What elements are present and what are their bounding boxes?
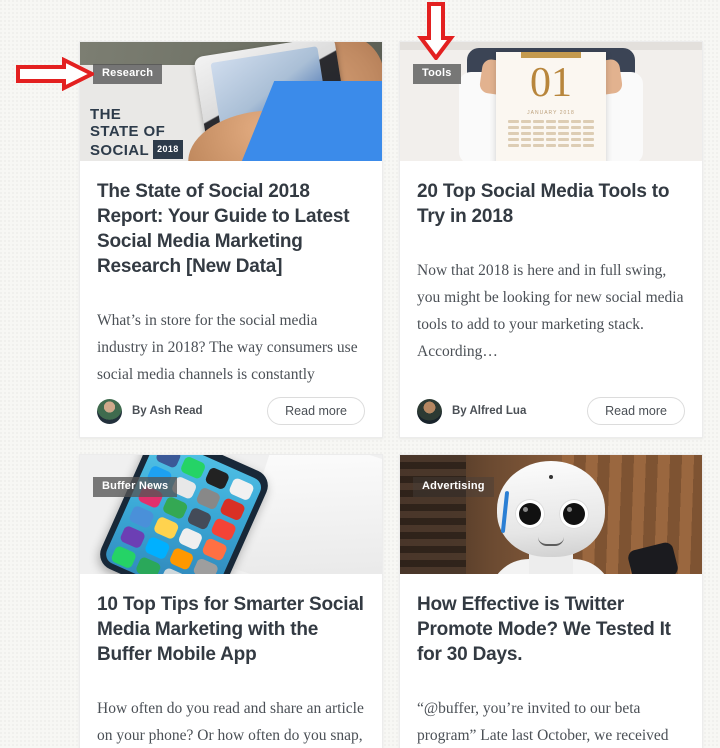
- article-card[interactable]: Buffer News 10 Top Tips for Smarter Soci…: [79, 454, 383, 748]
- card-thumbnail[interactable]: Advertising: [400, 455, 702, 574]
- author-name: By Alfred Lua: [452, 405, 527, 417]
- read-more-button[interactable]: Read more: [587, 396, 685, 426]
- calendar-number: 01: [530, 60, 572, 106]
- card-excerpt: What’s in store for the social media ind…: [97, 312, 358, 383]
- article-card[interactable]: Advertising How Effective is Twitter Pro…: [399, 454, 703, 748]
- card-thumbnail[interactable]: Buffer News: [80, 455, 382, 574]
- calendar-month: JANUARY 2018: [527, 110, 575, 116]
- category-badge-research[interactable]: Research: [93, 64, 163, 84]
- overlay-line-1: THE: [90, 106, 122, 123]
- thumbnail-artwork-phone-apps: [80, 455, 382, 574]
- card-thumbnail[interactable]: 01 JANUARY 2018 Tools: [400, 42, 702, 161]
- card-excerpt: How often do you read and share an artic…: [97, 700, 364, 744]
- thumbnail-artwork-robot: [400, 455, 702, 574]
- card-body: 10 Top Tips for Smarter Social Media Mar…: [80, 574, 382, 748]
- category-badge-tools[interactable]: Tools: [413, 64, 461, 84]
- category-badge-advertising[interactable]: Advertising: [413, 477, 494, 497]
- thumbnail-overlay-text: THE STATE OF SOCIAL 2018: [90, 106, 183, 159]
- card-body: 20 Top Social Media Tools to Try in 2018…: [400, 161, 702, 385]
- author-block[interactable]: By Alfred Lua: [417, 398, 527, 424]
- card-title[interactable]: 10 Top Tips for Smarter Social Media Mar…: [97, 592, 365, 667]
- card-title[interactable]: The State of Social 2018 Report: Your Gu…: [97, 179, 365, 279]
- card-title[interactable]: 20 Top Social Media Tools to Try in 2018: [417, 179, 685, 229]
- card-footer: By Alfred Lua Read more: [400, 385, 702, 437]
- overlay-line-2: STATE OF: [90, 123, 166, 140]
- card-excerpt: “@buffer, you’re invited to our beta pro…: [417, 700, 669, 744]
- author-block[interactable]: By Ash Read: [97, 398, 203, 424]
- card-thumbnail[interactable]: THE STATE OF SOCIAL 2018 Research: [80, 42, 382, 161]
- overlay-line-3: SOCIAL: [90, 142, 150, 159]
- read-more-button[interactable]: Read more: [267, 396, 365, 426]
- avatar: [97, 398, 122, 424]
- article-card[interactable]: 01 JANUARY 2018 Tools 20 Top Social Medi…: [399, 41, 703, 438]
- article-card-grid: THE STATE OF SOCIAL 2018 Research The Sta…: [79, 41, 703, 748]
- article-card[interactable]: THE STATE OF SOCIAL 2018 Research The Sta…: [79, 41, 383, 438]
- card-footer: By Ash Read Read more: [80, 385, 382, 437]
- thumbnail-artwork-calendar: 01 JANUARY 2018: [400, 42, 702, 161]
- author-name: By Ash Read: [132, 405, 203, 417]
- overlay-year-badge: 2018: [153, 140, 183, 159]
- card-title[interactable]: How Effective is Twitter Promote Mode? W…: [417, 592, 685, 667]
- card-excerpt: Now that 2018 is here and in full swing,…: [417, 262, 684, 360]
- avatar: [417, 398, 442, 424]
- card-body: How Effective is Twitter Promote Mode? W…: [400, 574, 702, 748]
- thumbnail-artwork-state-of-social: THE STATE OF SOCIAL 2018: [80, 42, 382, 161]
- category-badge-buffer-news[interactable]: Buffer News: [93, 477, 178, 497]
- card-body: The State of Social 2018 Report: Your Gu…: [80, 161, 382, 385]
